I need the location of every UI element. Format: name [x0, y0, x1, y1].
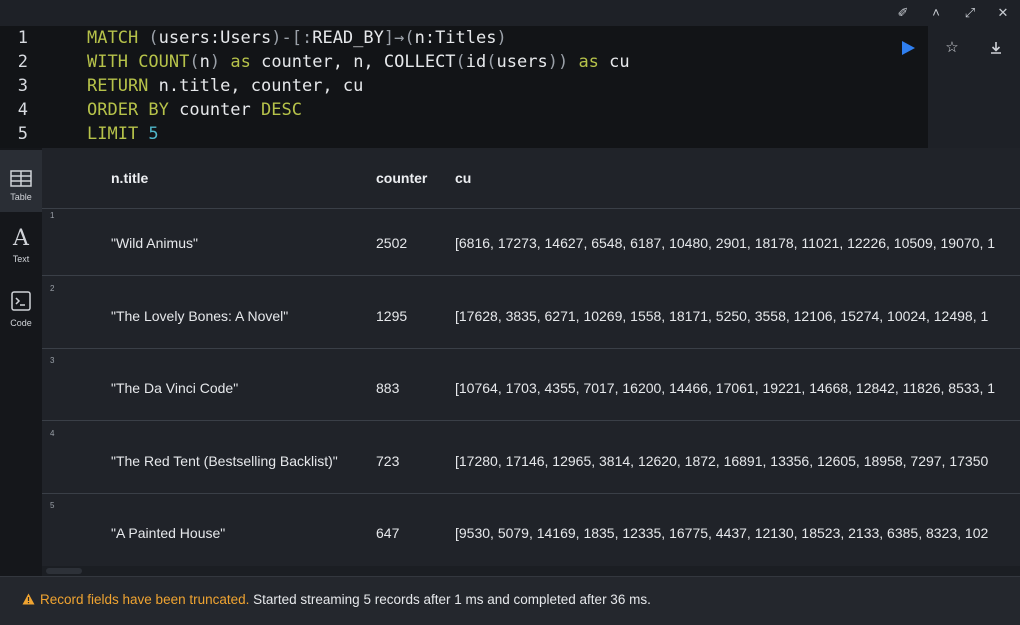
row-index: 4: [50, 429, 55, 438]
code-token: WITH: [87, 52, 139, 72]
code-line[interactable]: LIMIT 5: [87, 122, 159, 146]
line-number-gutter: 1 2 3 4 5: [0, 26, 36, 148]
status-bar: Record fields have been truncated. Start…: [0, 576, 1020, 625]
row-index: 1: [50, 211, 55, 220]
result-view-sidebar: Table A Text Code: [0, 148, 42, 576]
cell-title: "The Red Tent (Bestselling Backlist)": [111, 453, 338, 469]
code-token: DESC: [261, 100, 302, 120]
truncation-warning[interactable]: Record fields have been truncated.: [40, 592, 249, 607]
cell-counter: 647: [376, 525, 400, 541]
code-line[interactable]: ORDER BY counter DESC: [87, 98, 302, 122]
code-token: MATCH: [87, 28, 149, 48]
code-token: counter: [179, 100, 262, 120]
line-number: 1: [17, 28, 28, 48]
window-controls: ✐ ˄ ⤢ ✕: [0, 0, 1020, 26]
cell-cu: [10764, 1703, 4355, 7017, 16200, 14466, …: [455, 380, 996, 396]
cell-counter: 883: [376, 380, 400, 396]
code-token: counter, n, COLLECT: [261, 52, 456, 72]
code-token: (: [189, 52, 200, 72]
code-line[interactable]: MATCH (users:Users)-[:READ_BY]→(n:Titles…: [87, 26, 507, 50]
status-message: Record fields have been truncated. Start…: [40, 592, 651, 607]
code-token: 5: [148, 124, 159, 144]
line-number: 3: [17, 76, 28, 96]
line-number: 2: [17, 52, 28, 72]
code-line[interactable]: RETURN n.title, counter, cu: [87, 74, 363, 98]
code-token: COUNT: [138, 52, 190, 72]
column-header-counter: counter: [376, 170, 428, 186]
code-icon: [11, 291, 31, 311]
line-number: 5: [17, 124, 28, 144]
code-token: )): [547, 52, 569, 72]
code-token: id: [465, 52, 487, 72]
horizontal-scrollbar[interactable]: [42, 566, 1020, 576]
cell-title: "A Painted House": [111, 525, 226, 541]
pin-icon[interactable]: ✐: [894, 4, 912, 22]
view-text-tab[interactable]: A Text: [0, 214, 42, 276]
expand-icon[interactable]: ⤢: [961, 4, 979, 22]
row-index: 5: [50, 501, 55, 510]
cell-title: "The Da Vinci Code": [111, 380, 239, 396]
warning-icon: [22, 593, 35, 605]
code-token: n.title, counter, cu: [158, 76, 364, 96]
code-token: LIMIT: [87, 124, 149, 144]
column-header-title: n.title: [111, 170, 149, 186]
play-icon: [902, 41, 915, 55]
cell-cu: [6816, 17273, 14627, 6548, 6187, 10480, …: [455, 235, 996, 251]
code-line[interactable]: WITH COUNT(n) as counter, n, COLLECT(id(…: [87, 50, 630, 74]
query-editor[interactable]: 1 2 3 4 5 MATCH (users:Users)-[:READ_BY]…: [0, 26, 928, 149]
code-token: (: [486, 52, 497, 72]
code-token: ORDER BY: [87, 100, 180, 120]
code-token: n:Titles: [414, 28, 497, 48]
cell-title: "The Lovely Bones: A Novel": [111, 308, 289, 324]
row-index: 3: [50, 356, 55, 365]
cell-counter: 2502: [376, 235, 408, 251]
code-token: cu: [609, 52, 630, 72]
results-table: n.title counter cu 1 "Wild Animus" 2502 …: [42, 148, 1020, 576]
cell-cu: [17280, 17146, 12965, 3814, 12620, 1872,…: [455, 453, 989, 469]
text-icon: A: [13, 226, 29, 251]
code-token: (: [455, 52, 466, 72]
scrollbar-thumb[interactable]: [46, 568, 82, 574]
code-token: RETURN: [87, 76, 159, 96]
table-icon: [10, 170, 32, 187]
table-header: n.title counter cu: [42, 148, 1020, 209]
view-code-label: Code: [10, 318, 32, 328]
favorite-star-icon[interactable]: ☆: [942, 38, 962, 58]
code-token: ): [209, 52, 221, 72]
code-token: ): [496, 28, 507, 48]
column-header-cu: cu: [455, 170, 472, 186]
close-icon[interactable]: ✕: [994, 4, 1012, 22]
code-token: )-[:: [271, 28, 313, 48]
code-token: n: [199, 52, 210, 72]
streaming-info: Started streaming 5 records after 1 ms a…: [249, 592, 651, 607]
code-token: ]→(: [383, 28, 415, 48]
row-index: 2: [50, 284, 55, 293]
line-number: 4: [17, 100, 28, 120]
code-token: as: [220, 52, 262, 72]
view-table-label: Table: [10, 192, 32, 202]
cell-title: "Wild Animus": [111, 235, 198, 251]
view-code-tab[interactable]: Code: [0, 278, 42, 340]
cell-cu: [9530, 5079, 14169, 1835, 12335, 16775, …: [455, 525, 989, 541]
cell-cu: [17628, 3835, 6271, 10269, 1558, 18171, …: [455, 308, 989, 324]
download-icon[interactable]: [986, 38, 1006, 58]
run-query-button[interactable]: [900, 40, 916, 56]
table-row: 1 "Wild Animus" 2502 [6816, 17273, 14627…: [42, 203, 1020, 276]
cell-counter: 1295: [376, 308, 408, 324]
table-row: 5 "A Painted House" 647 [9530, 5079, 141…: [42, 493, 1020, 565]
table-row: 4 "The Red Tent (Bestselling Backlist)" …: [42, 421, 1020, 494]
cell-counter: 723: [376, 453, 400, 469]
view-text-label: Text: [12, 254, 30, 264]
code-token: as: [568, 52, 610, 72]
view-table-tab[interactable]: Table: [0, 150, 42, 212]
code-token: READ_BY: [312, 28, 384, 48]
table-row: 2 "The Lovely Bones: A Novel" 1295 [1762…: [42, 276, 1020, 349]
code-token: users: [496, 52, 548, 72]
code-token: (: [148, 28, 159, 48]
collapse-icon[interactable]: ˄: [927, 4, 945, 22]
code-token: users:Users: [158, 28, 272, 48]
table-row: 3 "The Da Vinci Code" 883 [10764, 1703, …: [42, 348, 1020, 421]
